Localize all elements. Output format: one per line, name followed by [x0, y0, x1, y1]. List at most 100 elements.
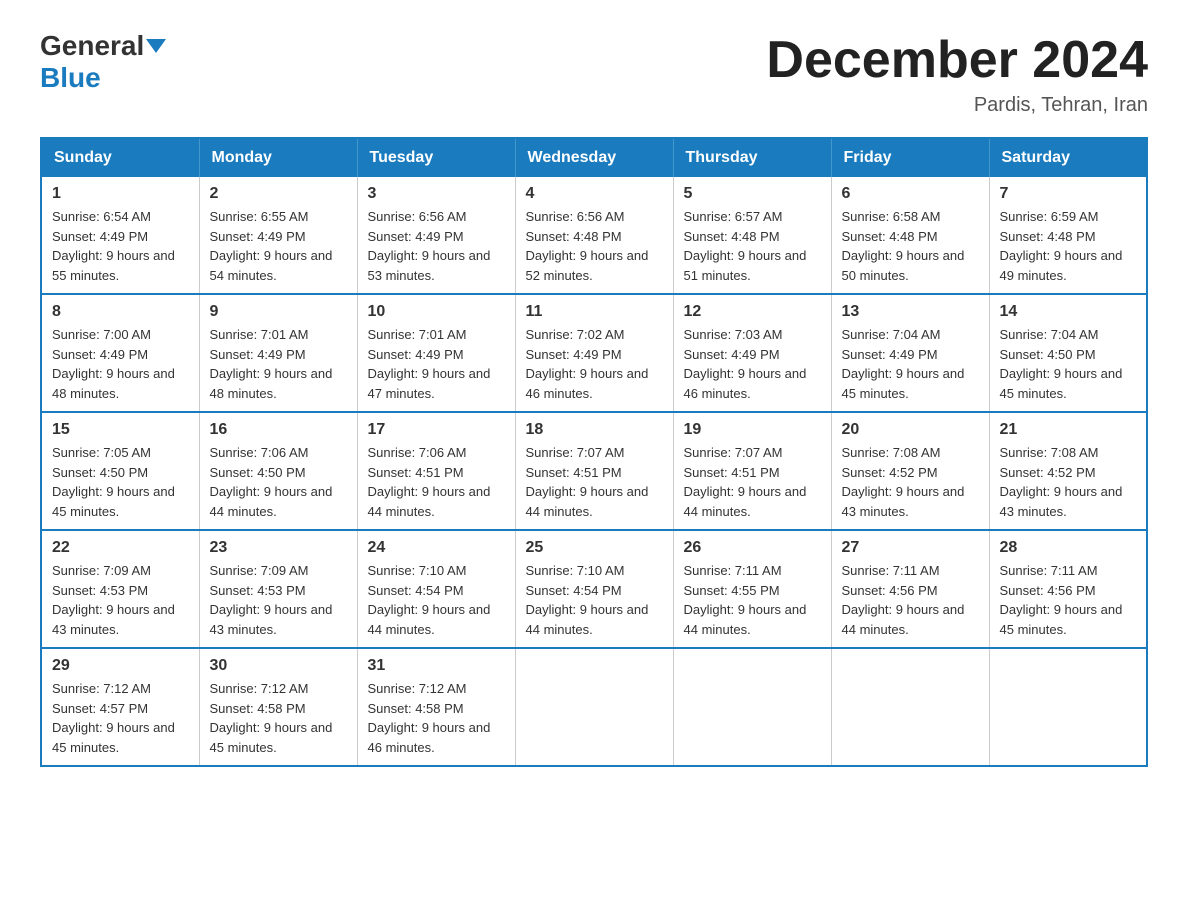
table-row: 31 Sunrise: 7:12 AM Sunset: 4:58 PM Dayl…	[357, 648, 515, 766]
title-area: December 2024 Pardis, Tehran, Iran	[766, 30, 1148, 117]
table-row: 15 Sunrise: 7:05 AM Sunset: 4:50 PM Dayl…	[41, 412, 199, 530]
table-row: 13 Sunrise: 7:04 AM Sunset: 4:49 PM Dayl…	[831, 294, 989, 412]
table-row: 26 Sunrise: 7:11 AM Sunset: 4:55 PM Dayl…	[673, 530, 831, 648]
day-info: Sunrise: 6:57 AM Sunset: 4:48 PM Dayligh…	[684, 207, 821, 285]
day-info: Sunrise: 7:01 AM Sunset: 4:49 PM Dayligh…	[210, 325, 347, 403]
table-row: 2 Sunrise: 6:55 AM Sunset: 4:49 PM Dayli…	[199, 177, 357, 294]
table-row: 3 Sunrise: 6:56 AM Sunset: 4:49 PM Dayli…	[357, 177, 515, 294]
day-number: 3	[368, 185, 505, 203]
day-number: 18	[526, 421, 663, 439]
day-number: 6	[842, 185, 979, 203]
table-row: 28 Sunrise: 7:11 AM Sunset: 4:56 PM Dayl…	[989, 530, 1147, 648]
table-row: 17 Sunrise: 7:06 AM Sunset: 4:51 PM Dayl…	[357, 412, 515, 530]
day-info: Sunrise: 7:06 AM Sunset: 4:51 PM Dayligh…	[368, 443, 505, 521]
day-info: Sunrise: 6:56 AM Sunset: 4:48 PM Dayligh…	[526, 207, 663, 285]
logo-blue-text: Blue	[40, 62, 101, 93]
table-row: 18 Sunrise: 7:07 AM Sunset: 4:51 PM Dayl…	[515, 412, 673, 530]
calendar-week-row: 15 Sunrise: 7:05 AM Sunset: 4:50 PM Dayl…	[41, 412, 1147, 530]
day-number: 28	[1000, 539, 1137, 557]
col-monday: Monday	[199, 138, 357, 177]
day-number: 13	[842, 303, 979, 321]
logo-general-text: General	[40, 30, 144, 62]
table-row: 23 Sunrise: 7:09 AM Sunset: 4:53 PM Dayl…	[199, 530, 357, 648]
calendar-week-row: 1 Sunrise: 6:54 AM Sunset: 4:49 PM Dayli…	[41, 177, 1147, 294]
table-row: 11 Sunrise: 7:02 AM Sunset: 4:49 PM Dayl…	[515, 294, 673, 412]
day-info: Sunrise: 7:10 AM Sunset: 4:54 PM Dayligh…	[526, 561, 663, 639]
day-number: 14	[1000, 303, 1137, 321]
day-info: Sunrise: 7:04 AM Sunset: 4:50 PM Dayligh…	[1000, 325, 1137, 403]
month-title: December 2024	[766, 30, 1148, 90]
table-row: 22 Sunrise: 7:09 AM Sunset: 4:53 PM Dayl…	[41, 530, 199, 648]
col-sunday: Sunday	[41, 138, 199, 177]
table-row: 1 Sunrise: 6:54 AM Sunset: 4:49 PM Dayli…	[41, 177, 199, 294]
table-row	[989, 648, 1147, 766]
table-row: 29 Sunrise: 7:12 AM Sunset: 4:57 PM Dayl…	[41, 648, 199, 766]
day-info: Sunrise: 7:03 AM Sunset: 4:49 PM Dayligh…	[684, 325, 821, 403]
day-info: Sunrise: 7:01 AM Sunset: 4:49 PM Dayligh…	[368, 325, 505, 403]
logo-arrow-icon	[146, 39, 166, 53]
day-info: Sunrise: 7:12 AM Sunset: 4:58 PM Dayligh…	[210, 679, 347, 757]
table-row: 21 Sunrise: 7:08 AM Sunset: 4:52 PM Dayl…	[989, 412, 1147, 530]
logo: General Blue	[40, 30, 166, 94]
day-info: Sunrise: 7:00 AM Sunset: 4:49 PM Dayligh…	[52, 325, 189, 403]
calendar-header-row: Sunday Monday Tuesday Wednesday Thursday…	[41, 138, 1147, 177]
table-row	[515, 648, 673, 766]
calendar-week-row: 22 Sunrise: 7:09 AM Sunset: 4:53 PM Dayl…	[41, 530, 1147, 648]
day-number: 11	[526, 303, 663, 321]
day-info: Sunrise: 6:56 AM Sunset: 4:49 PM Dayligh…	[368, 207, 505, 285]
day-info: Sunrise: 7:07 AM Sunset: 4:51 PM Dayligh…	[526, 443, 663, 521]
day-number: 4	[526, 185, 663, 203]
day-number: 1	[52, 185, 189, 203]
day-number: 8	[52, 303, 189, 321]
day-number: 25	[526, 539, 663, 557]
day-info: Sunrise: 6:54 AM Sunset: 4:49 PM Dayligh…	[52, 207, 189, 285]
day-info: Sunrise: 7:07 AM Sunset: 4:51 PM Dayligh…	[684, 443, 821, 521]
day-info: Sunrise: 7:10 AM Sunset: 4:54 PM Dayligh…	[368, 561, 505, 639]
col-thursday: Thursday	[673, 138, 831, 177]
col-wednesday: Wednesday	[515, 138, 673, 177]
day-number: 27	[842, 539, 979, 557]
col-friday: Friday	[831, 138, 989, 177]
day-number: 10	[368, 303, 505, 321]
day-number: 26	[684, 539, 821, 557]
day-info: Sunrise: 7:08 AM Sunset: 4:52 PM Dayligh…	[842, 443, 979, 521]
table-row	[831, 648, 989, 766]
table-row: 9 Sunrise: 7:01 AM Sunset: 4:49 PM Dayli…	[199, 294, 357, 412]
day-number: 31	[368, 657, 505, 675]
day-number: 12	[684, 303, 821, 321]
page-header: General Blue December 2024 Pardis, Tehra…	[40, 30, 1148, 117]
table-row: 5 Sunrise: 6:57 AM Sunset: 4:48 PM Dayli…	[673, 177, 831, 294]
table-row: 12 Sunrise: 7:03 AM Sunset: 4:49 PM Dayl…	[673, 294, 831, 412]
day-info: Sunrise: 7:11 AM Sunset: 4:56 PM Dayligh…	[842, 561, 979, 639]
day-number: 17	[368, 421, 505, 439]
day-number: 22	[52, 539, 189, 557]
day-info: Sunrise: 7:06 AM Sunset: 4:50 PM Dayligh…	[210, 443, 347, 521]
day-info: Sunrise: 6:59 AM Sunset: 4:48 PM Dayligh…	[1000, 207, 1137, 285]
day-info: Sunrise: 7:08 AM Sunset: 4:52 PM Dayligh…	[1000, 443, 1137, 521]
day-info: Sunrise: 7:09 AM Sunset: 4:53 PM Dayligh…	[52, 561, 189, 639]
day-number: 29	[52, 657, 189, 675]
table-row: 10 Sunrise: 7:01 AM Sunset: 4:49 PM Dayl…	[357, 294, 515, 412]
day-info: Sunrise: 7:12 AM Sunset: 4:57 PM Dayligh…	[52, 679, 189, 757]
table-row: 4 Sunrise: 6:56 AM Sunset: 4:48 PM Dayli…	[515, 177, 673, 294]
calendar-table: Sunday Monday Tuesday Wednesday Thursday…	[40, 137, 1148, 767]
table-row: 14 Sunrise: 7:04 AM Sunset: 4:50 PM Dayl…	[989, 294, 1147, 412]
day-info: Sunrise: 7:12 AM Sunset: 4:58 PM Dayligh…	[368, 679, 505, 757]
col-tuesday: Tuesday	[357, 138, 515, 177]
day-number: 19	[684, 421, 821, 439]
day-info: Sunrise: 7:11 AM Sunset: 4:56 PM Dayligh…	[1000, 561, 1137, 639]
table-row: 16 Sunrise: 7:06 AM Sunset: 4:50 PM Dayl…	[199, 412, 357, 530]
day-number: 30	[210, 657, 347, 675]
calendar-week-row: 29 Sunrise: 7:12 AM Sunset: 4:57 PM Dayl…	[41, 648, 1147, 766]
day-info: Sunrise: 7:09 AM Sunset: 4:53 PM Dayligh…	[210, 561, 347, 639]
table-row: 8 Sunrise: 7:00 AM Sunset: 4:49 PM Dayli…	[41, 294, 199, 412]
table-row: 25 Sunrise: 7:10 AM Sunset: 4:54 PM Dayl…	[515, 530, 673, 648]
col-saturday: Saturday	[989, 138, 1147, 177]
day-info: Sunrise: 6:55 AM Sunset: 4:49 PM Dayligh…	[210, 207, 347, 285]
day-number: 7	[1000, 185, 1137, 203]
day-info: Sunrise: 7:05 AM Sunset: 4:50 PM Dayligh…	[52, 443, 189, 521]
table-row	[673, 648, 831, 766]
table-row: 20 Sunrise: 7:08 AM Sunset: 4:52 PM Dayl…	[831, 412, 989, 530]
table-row: 19 Sunrise: 7:07 AM Sunset: 4:51 PM Dayl…	[673, 412, 831, 530]
day-number: 15	[52, 421, 189, 439]
